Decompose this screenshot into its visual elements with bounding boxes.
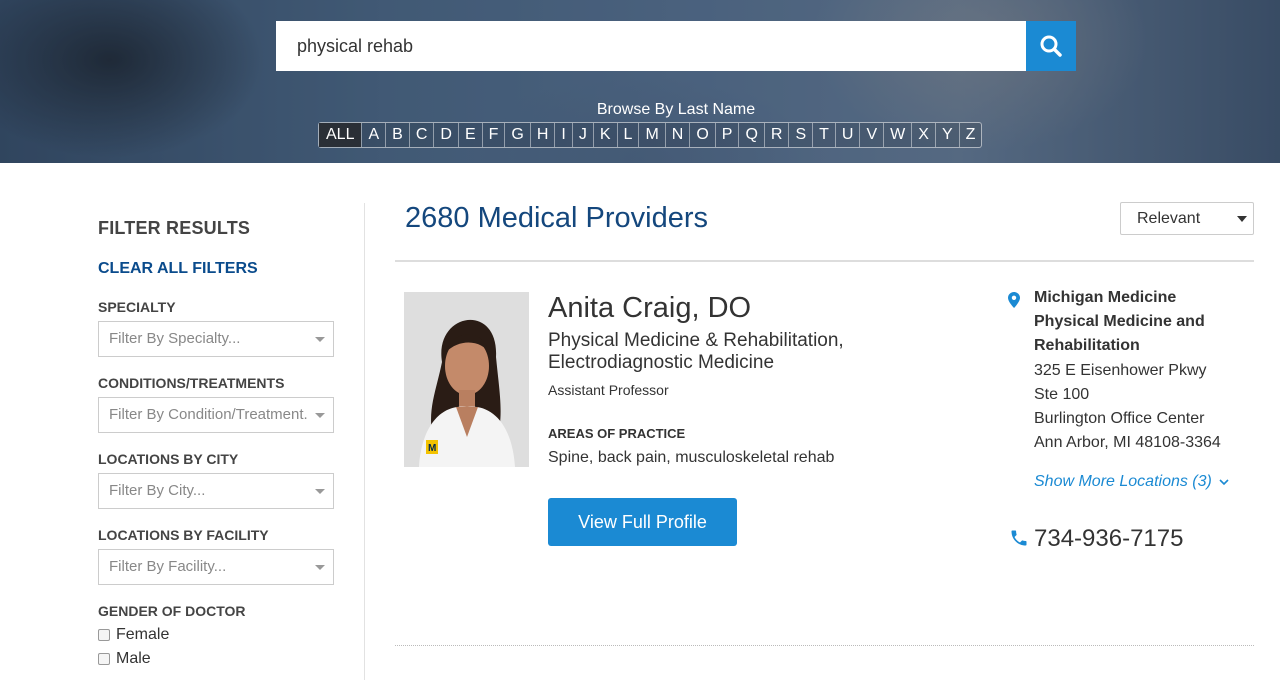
letter-x[interactable]: X (911, 123, 935, 147)
search-button[interactable] (1026, 21, 1076, 71)
letter-g[interactable]: G (504, 123, 529, 147)
city-filter[interactable]: Filter By City... (98, 473, 334, 509)
map-pin-icon (1008, 292, 1020, 308)
result-separator (395, 645, 1254, 646)
clear-all-filters-link[interactable]: CLEAR ALL FILTERS (98, 260, 258, 278)
browse-label: Browse By Last Name (596, 101, 756, 118)
letter-y[interactable]: Y (934, 123, 959, 147)
chevron-down-icon (315, 337, 325, 342)
address-line: 325 E Eisenhower Pkwy (1034, 362, 1207, 379)
letter-d[interactable]: D (433, 123, 458, 147)
hero-banner: Browse By Last Name ALL A B C D E F G H … (0, 0, 1280, 163)
specialty-placeholder: Filter By Specialty... (109, 330, 241, 347)
address-line: Ste 100 (1034, 386, 1090, 403)
provider-phone[interactable]: 734-936-7175 (1034, 525, 1183, 553)
results-divider (395, 260, 1254, 262)
results-count: 2680 Medical Providers (405, 202, 709, 234)
areas-of-practice-label: AREAS OF PRACTICE (548, 426, 686, 441)
letter-q[interactable]: Q (738, 123, 763, 147)
areas-of-practice: Spine, back pain, musculoskeletal rehab (548, 449, 835, 466)
letter-z[interactable]: Z (958, 123, 982, 147)
letter-t[interactable]: T (812, 123, 835, 147)
letter-c[interactable]: C (408, 123, 434, 147)
female-label: Female (116, 626, 170, 643)
letter-n[interactable]: N (664, 123, 690, 147)
conditions-filter[interactable]: Filter By Condition/Treatment... (98, 397, 334, 433)
caret-down-icon (1237, 216, 1247, 222)
conditions-label: CONDITIONS/TREATMENTS (98, 375, 285, 391)
male-label: Male (116, 650, 151, 667)
male-checkbox[interactable] (98, 653, 110, 665)
female-checkbox[interactable] (98, 629, 110, 641)
search-icon (1040, 35, 1062, 57)
address-line: Burlington Office Center (1034, 410, 1205, 427)
sort-value: Relevant (1137, 210, 1201, 227)
gender-label: GENDER OF DOCTOR (98, 603, 246, 619)
letter-a[interactable]: A (361, 123, 385, 147)
view-full-profile-button[interactable]: View Full Profile (548, 498, 737, 546)
show-more-locations-link[interactable]: Show More Locations (3) (1034, 473, 1229, 491)
conditions-placeholder: Filter By Condition/Treatment... (109, 406, 309, 423)
letter-e[interactable]: E (457, 123, 482, 147)
provider-specialty: Physical Medicine & Rehabilitation, Elec… (548, 330, 844, 373)
facility-filter[interactable]: Filter By Facility... (98, 549, 334, 585)
specialty-label: SPECIALTY (98, 299, 176, 315)
chevron-down-icon (1219, 479, 1229, 486)
letter-o[interactable]: O (689, 123, 714, 147)
letter-r[interactable]: R (763, 123, 789, 147)
city-label: LOCATIONS BY CITY (98, 451, 239, 467)
letter-l[interactable]: L (616, 123, 639, 147)
sidebar-divider (364, 203, 365, 680)
provider-photo[interactable]: M (404, 292, 529, 467)
letter-u[interactable]: U (834, 123, 860, 147)
chevron-down-icon (315, 565, 325, 570)
show-more-locations-label: Show More Locations (3) (1034, 473, 1212, 490)
facility-placeholder: Filter By Facility... (109, 558, 227, 575)
chevron-down-icon (315, 413, 325, 418)
letter-s[interactable]: S (788, 123, 812, 147)
gender-option-female[interactable]: Female (98, 626, 169, 644)
sort-select[interactable]: Relevant (1120, 202, 1254, 235)
letter-k[interactable]: K (592, 123, 617, 147)
city-placeholder: Filter By City... (109, 482, 206, 499)
gender-option-male[interactable]: Male (98, 650, 151, 668)
letter-h[interactable]: H (529, 123, 555, 147)
location-name: Michigan Medicine Physical Medicine and … (1034, 289, 1205, 354)
letter-j[interactable]: J (571, 123, 593, 147)
letter-all[interactable]: ALL (319, 123, 362, 147)
provider-title: Assistant Professor (548, 382, 669, 398)
svg-text:M: M (428, 443, 436, 454)
letter-i[interactable]: I (554, 123, 571, 147)
chevron-down-icon (315, 489, 325, 494)
letter-p[interactable]: P (714, 123, 739, 147)
letter-m[interactable]: M (638, 123, 664, 147)
filter-heading: FILTER RESULTS (98, 218, 251, 238)
letter-b[interactable]: B (385, 123, 409, 147)
alphabet-browse-bar: ALL A B C D E F G H I J K L M N O P Q R … (318, 122, 983, 148)
address-line: Ann Arbor, MI 48108-3364 (1034, 434, 1221, 451)
letter-v[interactable]: V (859, 123, 883, 147)
letter-w[interactable]: W (883, 123, 911, 147)
letter-f[interactable]: F (481, 123, 505, 147)
facility-label: LOCATIONS BY FACILITY (98, 527, 269, 543)
search-input[interactable] (276, 21, 1026, 71)
phone-icon (1011, 530, 1027, 546)
specialty-filter[interactable]: Filter By Specialty... (98, 321, 334, 357)
filter-sidebar: FILTER RESULTS CLEAR ALL FILTERS SPECIAL… (98, 218, 338, 667)
portrait-image: M (404, 292, 529, 467)
provider-name[interactable]: Anita Craig, DO (548, 292, 751, 325)
